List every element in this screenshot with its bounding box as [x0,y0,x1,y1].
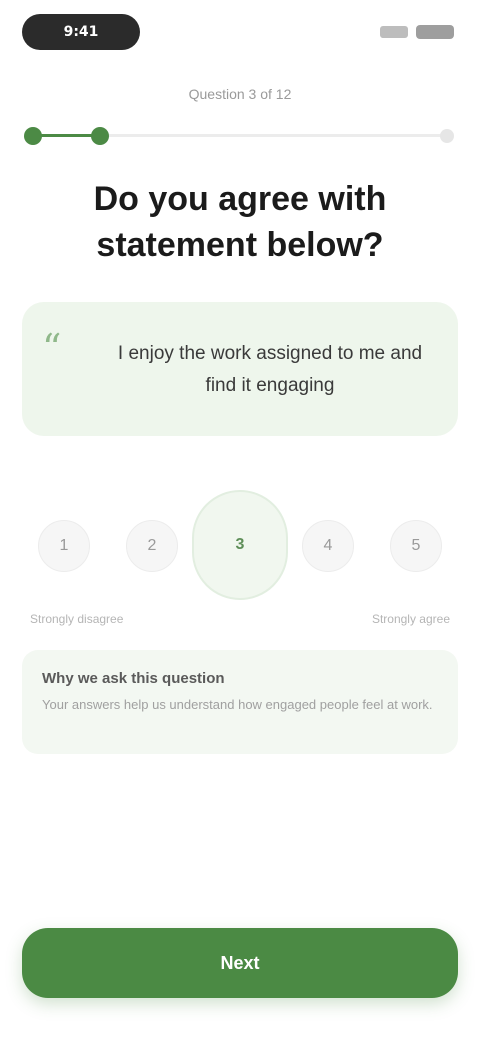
scale-option-5[interactable]: 5 [390,520,442,572]
progress-fill [32,134,100,137]
status-bar: 9:41 [0,0,480,64]
progress-bar [20,120,460,152]
next-button[interactable]: Next [22,928,458,998]
agreement-scale: 12345 [20,490,460,600]
signal-icon [380,26,408,38]
progress-start-dot [24,127,42,145]
statement-text: I enjoy the work assigned to me and find… [117,343,423,396]
progress-current-dot [91,127,109,145]
scale-option-2[interactable]: 2 [126,520,178,572]
scale-max-label: Strongly agree [371,612,450,626]
scale-option-3[interactable]: 3 [192,490,288,600]
scale-option-4[interactable]: 4 [302,520,354,572]
info-text: Your answers help us understand how enga… [42,697,433,712]
scale-option-1[interactable]: 1 [38,520,90,572]
battery-icon [416,25,454,39]
scale-labels: Strongly disagree Strongly agree [30,612,450,632]
quote-icon: “ [42,326,62,370]
info-card: Why we ask this question Your answers he… [22,650,458,754]
status-time: 9:41 [22,14,140,50]
status-icons [380,20,454,44]
scale-min-label: Strongly disagree [30,612,124,626]
statement-card: “ I enjoy the work assigned to me and fi… [22,302,458,436]
page-title: Do you agree with statement below? [93,180,387,264]
progress-end-dot [440,129,454,143]
info-title: Why we ask this question [42,670,225,687]
question-counter: Question 3 of 12 [188,86,292,102]
